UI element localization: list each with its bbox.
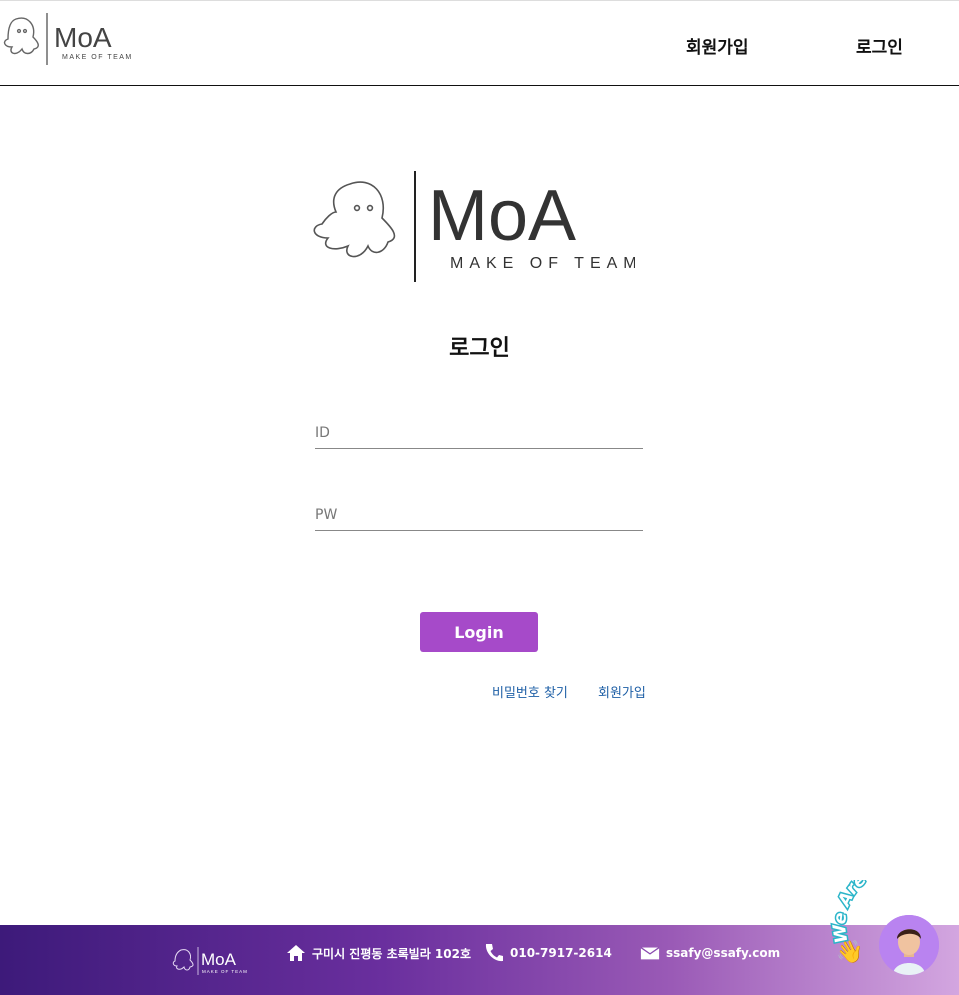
signup-link[interactable]: 회원가입 [598, 682, 646, 701]
mail-icon [640, 947, 660, 960]
header-logo-text: MoA [54, 22, 112, 53]
footer-phone-text: 010-7917-2614 [510, 946, 612, 960]
phone-icon [485, 944, 503, 962]
header-logo-subtext: MAKE OF TEAM [62, 54, 133, 61]
footer-address: 구미시 진평동 초록빌라 102호 [286, 943, 471, 963]
page-title: 로그인 [449, 336, 510, 361]
octopus-icon [313, 181, 396, 258]
login-button[interactable]: Login [420, 612, 538, 652]
footer: MoA MAKE OF TEAM 구미시 진평동 초록빌라 102호 010-7… [0, 925, 959, 995]
nav-signup-link[interactable]: 회원가입 [686, 33, 749, 58]
password-input[interactable] [315, 500, 643, 531]
octopus-icon [3, 17, 39, 55]
nav-login-link[interactable]: 로그인 [856, 33, 903, 58]
footer-email: ssafy@ssafy.com [640, 943, 780, 963]
id-input[interactable] [315, 418, 643, 449]
octopus-icon [172, 949, 194, 971]
main-logo-subtext: MAKE OF TEAM [450, 255, 635, 272]
avatar[interactable] [879, 915, 939, 975]
footer-logo: MoA MAKE OF TEAM [172, 947, 248, 975]
main-logo-text: MoA [428, 176, 576, 256]
wave-hand-icon: 👋 [836, 940, 864, 965]
header-logo[interactable]: MoA MAKE OF TEAM [2, 11, 142, 67]
footer-email-text: ssafy@ssafy.com [666, 946, 781, 960]
main-logo: MoA MAKE OF TEAM [313, 171, 635, 282]
footer-phone: 010-7917-2614 [484, 943, 612, 963]
header: MoA MAKE OF TEAM 회원가입 로그인 [0, 0, 959, 86]
find-password-link[interactable]: 비밀번호 찾기 [492, 682, 568, 701]
footer-logo-subtext: MAKE OF TEAM [202, 969, 248, 974]
footer-address-text: 구미시 진평동 초록빌라 102호 [312, 946, 472, 961]
home-icon [287, 945, 305, 961]
footer-logo-text: MoA [201, 950, 237, 969]
